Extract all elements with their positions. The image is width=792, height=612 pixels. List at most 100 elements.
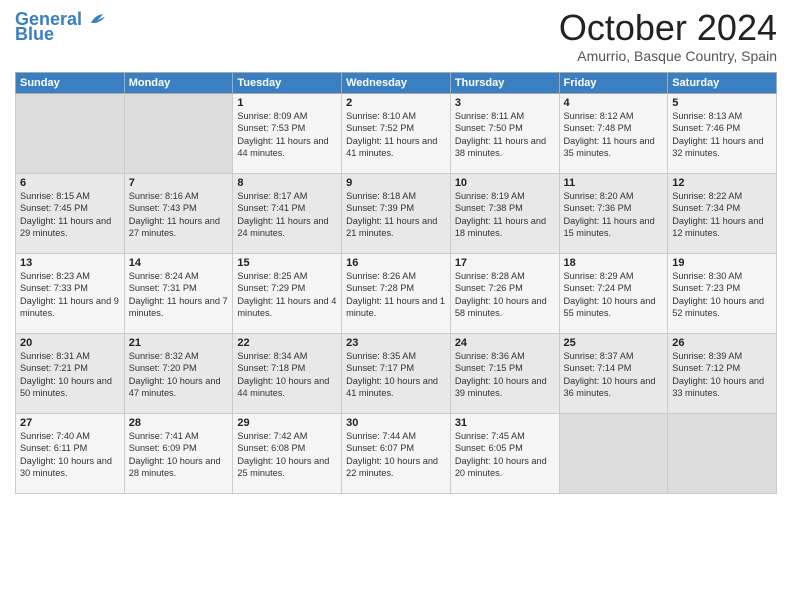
cell-info: Sunrise: 8:30 AM Sunset: 7:23 PM Dayligh… (672, 270, 772, 320)
cell-info: Sunrise: 8:23 AM Sunset: 7:33 PM Dayligh… (20, 270, 120, 320)
weekday-header-wednesday: Wednesday (342, 73, 451, 94)
location-subtitle: Amurrio, Basque Country, Spain (559, 48, 777, 64)
calendar-cell: 30Sunrise: 7:44 AM Sunset: 6:07 PM Dayli… (342, 414, 451, 494)
calendar-header-row: SundayMondayTuesdayWednesdayThursdayFrid… (16, 73, 777, 94)
calendar-cell: 3Sunrise: 8:11 AM Sunset: 7:50 PM Daylig… (450, 94, 559, 174)
cell-info: Sunrise: 7:41 AM Sunset: 6:09 PM Dayligh… (129, 430, 229, 480)
page-header: General Blue October 2024 Amurrio, Basqu… (15, 10, 777, 64)
cell-info: Sunrise: 8:36 AM Sunset: 7:15 PM Dayligh… (455, 350, 555, 400)
calendar-cell: 16Sunrise: 8:26 AM Sunset: 7:28 PM Dayli… (342, 254, 451, 334)
calendar-cell: 2Sunrise: 8:10 AM Sunset: 7:52 PM Daylig… (342, 94, 451, 174)
calendar-cell: 1Sunrise: 8:09 AM Sunset: 7:53 PM Daylig… (233, 94, 342, 174)
cell-info: Sunrise: 8:35 AM Sunset: 7:17 PM Dayligh… (346, 350, 446, 400)
cell-info: Sunrise: 8:28 AM Sunset: 7:26 PM Dayligh… (455, 270, 555, 320)
weekday-header-sunday: Sunday (16, 73, 125, 94)
weekday-header-thursday: Thursday (450, 73, 559, 94)
day-number: 3 (455, 97, 555, 109)
cell-info: Sunrise: 8:32 AM Sunset: 7:20 PM Dayligh… (129, 350, 229, 400)
logo-blue: Blue (15, 24, 54, 45)
cell-info: Sunrise: 8:16 AM Sunset: 7:43 PM Dayligh… (129, 190, 229, 240)
title-block: October 2024 Amurrio, Basque Country, Sp… (559, 10, 777, 64)
calendar-cell: 7Sunrise: 8:16 AM Sunset: 7:43 PM Daylig… (124, 174, 233, 254)
cell-info: Sunrise: 8:24 AM Sunset: 7:31 PM Dayligh… (129, 270, 229, 320)
month-title: October 2024 (559, 10, 777, 46)
calendar-table: SundayMondayTuesdayWednesdayThursdayFrid… (15, 72, 777, 494)
calendar-week-2: 6Sunrise: 8:15 AM Sunset: 7:45 PM Daylig… (16, 174, 777, 254)
calendar-week-5: 27Sunrise: 7:40 AM Sunset: 6:11 PM Dayli… (16, 414, 777, 494)
day-number: 1 (237, 97, 337, 109)
calendar-week-4: 20Sunrise: 8:31 AM Sunset: 7:21 PM Dayli… (16, 334, 777, 414)
day-number: 17 (455, 257, 555, 269)
cell-info: Sunrise: 8:10 AM Sunset: 7:52 PM Dayligh… (346, 110, 446, 160)
day-number: 28 (129, 417, 229, 429)
day-number: 12 (672, 177, 772, 189)
cell-info: Sunrise: 8:34 AM Sunset: 7:18 PM Dayligh… (237, 350, 337, 400)
calendar-cell: 28Sunrise: 7:41 AM Sunset: 6:09 PM Dayli… (124, 414, 233, 494)
cell-info: Sunrise: 7:45 AM Sunset: 6:05 PM Dayligh… (455, 430, 555, 480)
cell-info: Sunrise: 7:44 AM Sunset: 6:07 PM Dayligh… (346, 430, 446, 480)
day-number: 13 (20, 257, 120, 269)
calendar-cell: 13Sunrise: 8:23 AM Sunset: 7:33 PM Dayli… (16, 254, 125, 334)
day-number: 23 (346, 337, 446, 349)
cell-info: Sunrise: 8:26 AM Sunset: 7:28 PM Dayligh… (346, 270, 446, 320)
day-number: 25 (564, 337, 664, 349)
weekday-header-monday: Monday (124, 73, 233, 94)
day-number: 22 (237, 337, 337, 349)
day-number: 9 (346, 177, 446, 189)
calendar-cell: 31Sunrise: 7:45 AM Sunset: 6:05 PM Dayli… (450, 414, 559, 494)
calendar-cell: 26Sunrise: 8:39 AM Sunset: 7:12 PM Dayli… (668, 334, 777, 414)
calendar-cell (668, 414, 777, 494)
calendar-cell: 11Sunrise: 8:20 AM Sunset: 7:36 PM Dayli… (559, 174, 668, 254)
calendar-cell: 19Sunrise: 8:30 AM Sunset: 7:23 PM Dayli… (668, 254, 777, 334)
cell-info: Sunrise: 8:31 AM Sunset: 7:21 PM Dayligh… (20, 350, 120, 400)
day-number: 21 (129, 337, 229, 349)
cell-info: Sunrise: 8:11 AM Sunset: 7:50 PM Dayligh… (455, 110, 555, 160)
calendar-week-1: 1Sunrise: 8:09 AM Sunset: 7:53 PM Daylig… (16, 94, 777, 174)
day-number: 15 (237, 257, 337, 269)
cell-info: Sunrise: 8:20 AM Sunset: 7:36 PM Dayligh… (564, 190, 664, 240)
calendar-cell: 20Sunrise: 8:31 AM Sunset: 7:21 PM Dayli… (16, 334, 125, 414)
weekday-header-saturday: Saturday (668, 73, 777, 94)
calendar-cell: 24Sunrise: 8:36 AM Sunset: 7:15 PM Dayli… (450, 334, 559, 414)
day-number: 5 (672, 97, 772, 109)
cell-info: Sunrise: 8:15 AM Sunset: 7:45 PM Dayligh… (20, 190, 120, 240)
calendar-cell (124, 94, 233, 174)
cell-info: Sunrise: 8:39 AM Sunset: 7:12 PM Dayligh… (672, 350, 772, 400)
day-number: 8 (237, 177, 337, 189)
calendar-cell: 22Sunrise: 8:34 AM Sunset: 7:18 PM Dayli… (233, 334, 342, 414)
day-number: 18 (564, 257, 664, 269)
calendar-cell: 4Sunrise: 8:12 AM Sunset: 7:48 PM Daylig… (559, 94, 668, 174)
calendar-cell: 6Sunrise: 8:15 AM Sunset: 7:45 PM Daylig… (16, 174, 125, 254)
calendar-cell: 9Sunrise: 8:18 AM Sunset: 7:39 PM Daylig… (342, 174, 451, 254)
calendar-cell: 14Sunrise: 8:24 AM Sunset: 7:31 PM Dayli… (124, 254, 233, 334)
cell-info: Sunrise: 7:42 AM Sunset: 6:08 PM Dayligh… (237, 430, 337, 480)
cell-info: Sunrise: 8:29 AM Sunset: 7:24 PM Dayligh… (564, 270, 664, 320)
day-number: 7 (129, 177, 229, 189)
day-number: 27 (20, 417, 120, 429)
calendar-cell (16, 94, 125, 174)
calendar-cell: 15Sunrise: 8:25 AM Sunset: 7:29 PM Dayli… (233, 254, 342, 334)
weekday-header-tuesday: Tuesday (233, 73, 342, 94)
calendar-cell: 25Sunrise: 8:37 AM Sunset: 7:14 PM Dayli… (559, 334, 668, 414)
logo: General Blue (15, 10, 107, 45)
day-number: 16 (346, 257, 446, 269)
calendar-cell: 12Sunrise: 8:22 AM Sunset: 7:34 PM Dayli… (668, 174, 777, 254)
cell-info: Sunrise: 8:19 AM Sunset: 7:38 PM Dayligh… (455, 190, 555, 240)
calendar-cell (559, 414, 668, 494)
day-number: 6 (20, 177, 120, 189)
day-number: 24 (455, 337, 555, 349)
day-number: 31 (455, 417, 555, 429)
weekday-header-friday: Friday (559, 73, 668, 94)
day-number: 29 (237, 417, 337, 429)
cell-info: Sunrise: 8:13 AM Sunset: 7:46 PM Dayligh… (672, 110, 772, 160)
calendar-cell: 5Sunrise: 8:13 AM Sunset: 7:46 PM Daylig… (668, 94, 777, 174)
logo-bird-icon (89, 13, 107, 27)
day-number: 30 (346, 417, 446, 429)
calendar-cell: 8Sunrise: 8:17 AM Sunset: 7:41 PM Daylig… (233, 174, 342, 254)
day-number: 4 (564, 97, 664, 109)
calendar-week-3: 13Sunrise: 8:23 AM Sunset: 7:33 PM Dayli… (16, 254, 777, 334)
cell-info: Sunrise: 8:22 AM Sunset: 7:34 PM Dayligh… (672, 190, 772, 240)
day-number: 14 (129, 257, 229, 269)
cell-info: Sunrise: 8:17 AM Sunset: 7:41 PM Dayligh… (237, 190, 337, 240)
cell-info: Sunrise: 8:09 AM Sunset: 7:53 PM Dayligh… (237, 110, 337, 160)
